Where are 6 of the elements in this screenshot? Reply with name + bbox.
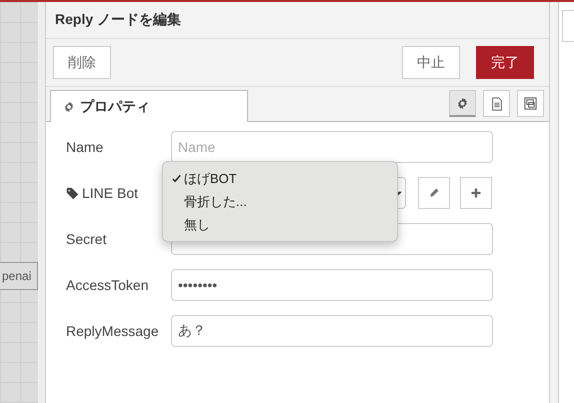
field-label: ReplyMessage — [66, 323, 160, 339]
field-label: AccessToken — [66, 277, 150, 293]
dialog-title: Reply ノードを編集 — [55, 11, 182, 29]
field-label: Name — [66, 139, 104, 155]
field-label: LINE Bot — [66, 185, 171, 201]
field-label: Secret — [66, 231, 108, 247]
